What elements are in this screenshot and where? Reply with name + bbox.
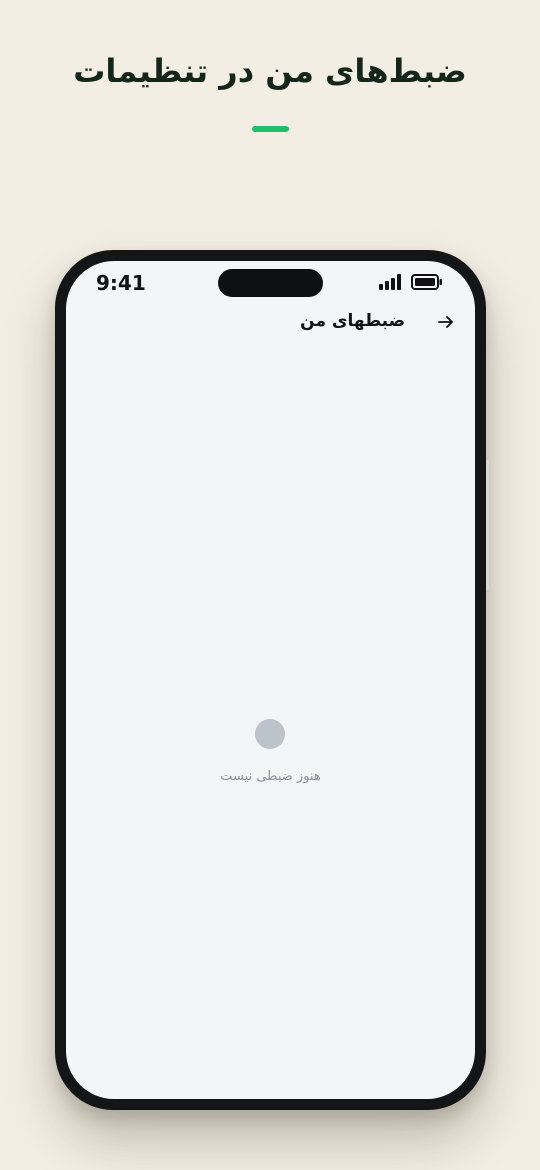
arrow-right-icon [437, 313, 455, 335]
phone-frame: 9:41 ضبطهای من هنوز ضبطی نیست [55, 250, 489, 1110]
page-headline: ضبط‌های من در تنظیمات [73, 52, 467, 90]
app-bar: ضبطهای من [66, 309, 475, 339]
phone-screen: 9:41 ضبطهای من هنوز ضبطی نیست [66, 261, 475, 1099]
battery-icon [411, 274, 443, 294]
empty-state-message: هنوز ضبطی نیست [220, 769, 321, 784]
status-icons [379, 274, 443, 294]
screen-title: ضبطهای من [300, 311, 405, 331]
status-time: 9:41 [96, 271, 146, 295]
accent-underline [252, 126, 289, 132]
dynamic-island [218, 269, 323, 297]
empty-state-icon [255, 719, 285, 749]
phone-side-button [486, 460, 489, 590]
back-button[interactable] [435, 313, 457, 335]
signal-icon [379, 274, 401, 294]
